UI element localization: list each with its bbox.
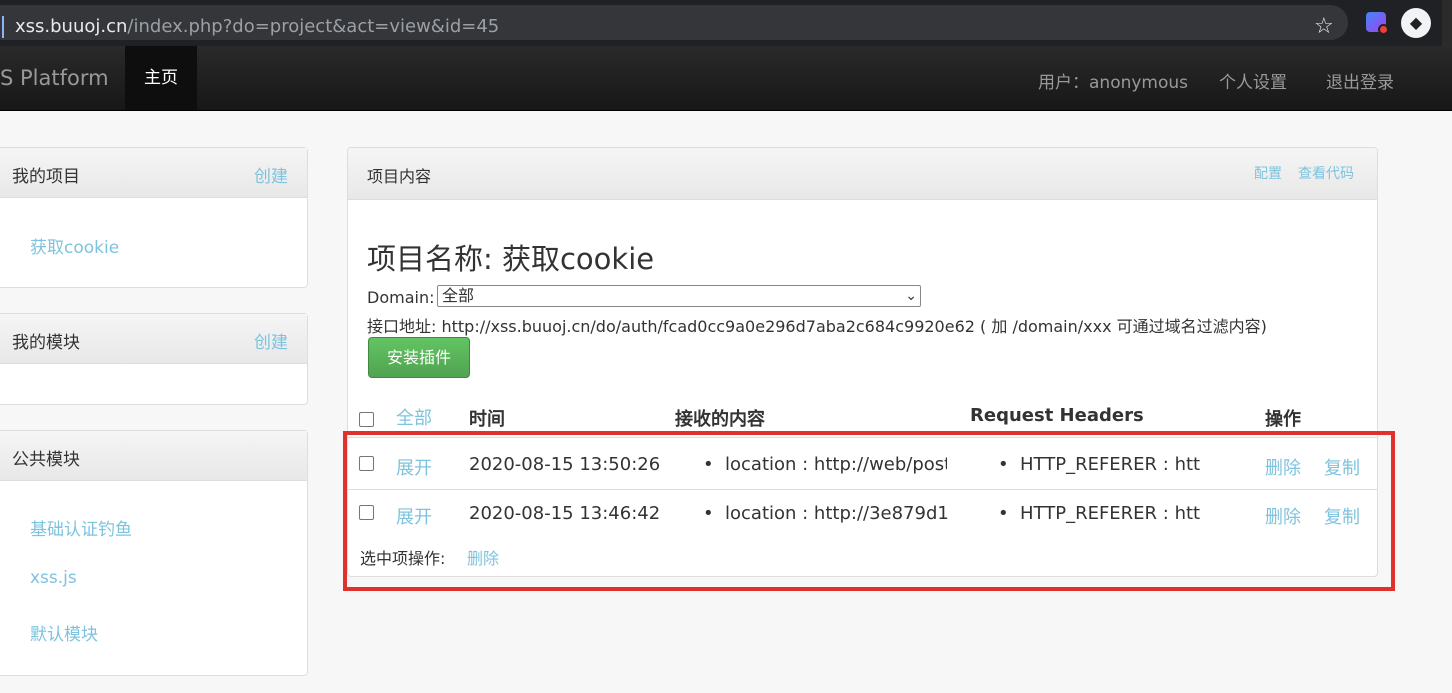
domain-selected-value: 全部 (442, 286, 475, 305)
chevron-down-icon: ⌄ (905, 288, 917, 304)
column-header-headers: Request Headers (970, 405, 1144, 426)
nav-home-tab[interactable]: 主页 (125, 46, 197, 110)
browser-toolbar: xss.buuoj.cn/index.php?do=project&act=vi… (0, 0, 1452, 46)
nav-user[interactable]: 用户：anonymous (1038, 68, 1188, 93)
select-all-link[interactable]: 全部 (396, 404, 432, 430)
api-endpoint-text: 接口地址: http://xss.buuoj.cn/do/auth/fcad0c… (367, 317, 1267, 336)
top-navbar: S Platform 主页 用户：anonymous 个人设置 退出登录 (0, 46, 1452, 111)
url-host: xss.buuoj.cn (15, 16, 128, 37)
url-text[interactable]: xss.buuoj.cn/index.php?do=project&act=vi… (15, 16, 499, 37)
extension-badge (1378, 24, 1389, 35)
project-link[interactable]: 获取cookie (30, 233, 119, 258)
column-header-time: 时间 (469, 409, 505, 430)
panel-title: 公共模块 (12, 450, 80, 470)
brand-logo[interactable]: S Platform (0, 66, 109, 90)
create-module-link[interactable]: 创建 (254, 328, 288, 353)
avatar-icon[interactable]: ◆ (1401, 8, 1431, 38)
domain-label: Domain: (367, 288, 435, 307)
select-all-checkbox[interactable] (359, 412, 374, 427)
panel-header: 我的项目 创建 (0, 148, 307, 198)
module-link[interactable]: 默认模块 (30, 620, 98, 645)
nav-settings[interactable]: 个人设置 (1219, 68, 1287, 93)
config-link[interactable]: 配置 (1254, 163, 1282, 183)
text-caret (2, 16, 4, 38)
module-link[interactable]: 基础认证钓鱼 (30, 515, 132, 540)
star-icon[interactable]: ☆ (1314, 14, 1334, 39)
highlight-annotation-box (343, 431, 1395, 591)
sidebar-my-modules: 我的模块 创建 (0, 313, 308, 405)
extension-icon[interactable] (1366, 12, 1389, 35)
module-link[interactable]: xss.js (30, 568, 77, 588)
project-title: 项目名称: 获取cookie (367, 242, 655, 276)
sidebar-public-modules: 公共模块 基础认证钓鱼 xss.js 默认模块 (0, 430, 308, 676)
column-header-actions: 操作 (1265, 409, 1301, 430)
url-path: /index.php?do=project&act=view&id=45 (127, 16, 500, 37)
panel-title: 我的模块 (12, 333, 80, 353)
nav-logout[interactable]: 退出登录 (1326, 68, 1394, 93)
panel-header: 公共模块 (0, 431, 307, 481)
panel-header: 项目内容 配置 查看代码 (348, 148, 1377, 200)
sidebar-my-projects: 我的项目 创建 获取cookie (0, 147, 308, 288)
panel-title: 项目内容 (367, 167, 432, 186)
install-plugin-button[interactable]: 安装插件 (368, 337, 470, 378)
view-code-link[interactable]: 查看代码 (1298, 163, 1354, 183)
window-edge (1442, 0, 1452, 46)
column-header-content: 接收的内容 (675, 409, 765, 430)
create-project-link[interactable]: 创建 (254, 162, 288, 187)
domain-select[interactable]: 全部 ⌄ (437, 285, 921, 307)
address-bar[interactable]: xss.buuoj.cn/index.php?do=project&act=vi… (0, 5, 1348, 40)
panel-title: 我的项目 (12, 167, 80, 187)
panel-header: 我的模块 创建 (0, 314, 307, 364)
